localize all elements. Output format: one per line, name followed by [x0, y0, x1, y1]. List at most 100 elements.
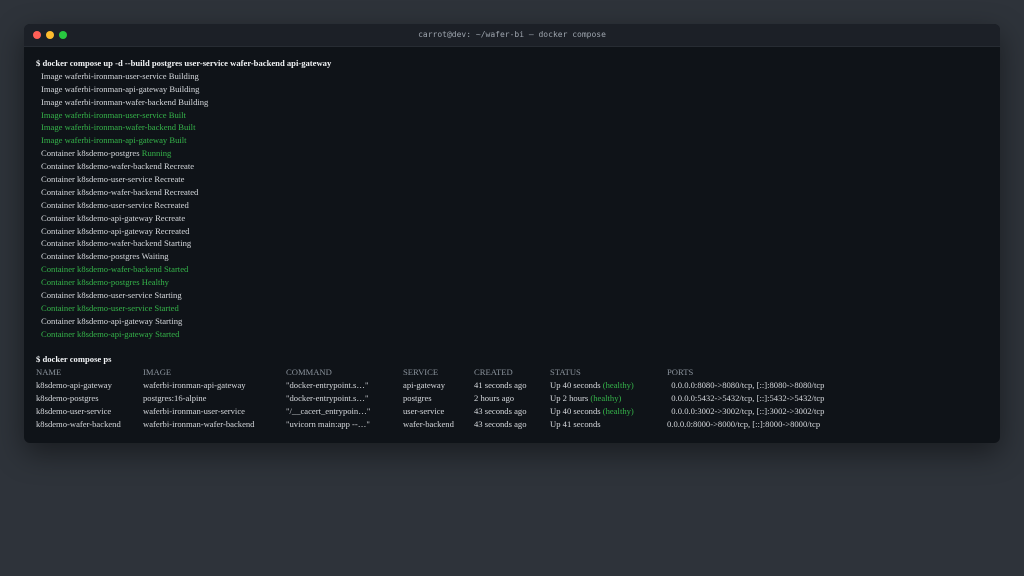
- log-line-status: Running: [141, 148, 172, 159]
- log-line-status: Starting: [154, 290, 182, 301]
- log-line-status: Building: [169, 83, 200, 94]
- cell-command: "/__cacert_entrypoin…": [286, 406, 371, 417]
- cell-created: 41 seconds ago: [474, 380, 527, 391]
- terminal-window[interactable]: carrot@dev: ~/wafer-bi — docker compose …: [24, 24, 1000, 443]
- title-bar[interactable]: carrot@dev: ~/wafer-bi — docker compose: [24, 24, 1000, 47]
- log-line-status: Starting: [163, 238, 192, 249]
- cell-ports: 0.0.0.0:5432->5432/tcp, [::]:5432->5432/…: [667, 393, 825, 404]
- cell-image: waferbi-ironman-api-gateway: [143, 380, 246, 391]
- cell-ports: 0.0.0.0:3002->3002/tcp, [::]:3002->3002/…: [667, 406, 825, 417]
- log-line-status: Waiting: [141, 251, 169, 262]
- log-line: Container k8sdemo-user-service Starting: [36, 289, 988, 302]
- log-line: Image waferbi-ironman-api-gateway Buildi…: [36, 83, 988, 96]
- header-name: NAME: [36, 367, 62, 378]
- log-line-text: Container k8sdemo-api-gateway: [41, 225, 156, 236]
- header-image: IMAGE: [143, 367, 172, 378]
- log-line: Container k8sdemo-api-gateway Recreated: [36, 225, 988, 238]
- log-line: Container k8sdemo-postgres Running: [36, 147, 988, 160]
- cell-service: wafer-backend: [403, 419, 454, 429]
- log-line: Container k8sdemo-wafer-backend Starting: [36, 237, 988, 250]
- log-line: Container k8sdemo-wafer-backend Recreate…: [36, 186, 988, 199]
- build-command: $ docker compose up -d --build postgres …: [36, 58, 332, 68]
- cell-service: api-gateway: [403, 380, 445, 391]
- log-line-status: Recreate: [163, 161, 195, 172]
- log-line: Image waferbi-ironman-api-gateway Built: [36, 134, 988, 147]
- health-badge: (healthy): [602, 380, 634, 391]
- log-line-status: Built: [168, 109, 186, 120]
- cell-command: "docker-entrypoint.s…": [286, 393, 369, 404]
- log-line-status: Recreated: [163, 186, 199, 197]
- log-line: Container k8sdemo-user-service Recreate: [36, 173, 988, 186]
- table-row: k8sdemo-wafer-backend waferbi-ironman-waf…: [36, 418, 824, 431]
- log-line: Image waferbi-ironman-wafer-backend Buil…: [36, 121, 988, 134]
- cell-created: 43 seconds ago: [474, 406, 527, 417]
- ps-rows: k8sdemo-api-gateway waferbi-ironman-api-g…: [36, 379, 824, 431]
- log-line-text: Container k8sdemo-postgres: [41, 251, 142, 262]
- log-line-text: Container k8sdemo-api-gateway: [41, 328, 156, 339]
- cell-image: waferbi-ironman-wafer-backend: [143, 419, 255, 429]
- log-line: Image waferbi-ironman-user-service Built: [36, 109, 988, 122]
- status-text: Up 41 seconds: [550, 419, 601, 429]
- log-line-text: Image waferbi-ironman-wafer-backend: [41, 122, 179, 133]
- log-line-text: Container k8sdemo-wafer-backend: [41, 186, 164, 197]
- log-line: Container k8sdemo-wafer-backend Recreate: [36, 160, 988, 173]
- log-line-text: Image waferbi-ironman-user-service: [41, 109, 169, 120]
- status-text: Up 40 seconds: [550, 380, 603, 391]
- log-line-status: Started: [154, 302, 179, 313]
- log-line-status: Built: [169, 135, 187, 146]
- cell-command: "uvicorn main:app --…": [286, 419, 370, 429]
- cell-name: k8sdemo-api-gateway: [36, 380, 112, 391]
- log-line-text: Container k8sdemo-user-service: [41, 199, 155, 210]
- log-line: Container k8sdemo-user-service Recreated: [36, 199, 988, 212]
- log-line-text: Container k8sdemo-wafer-backend: [41, 264, 164, 275]
- log-line: Container k8sdemo-postgres Healthy: [36, 276, 988, 289]
- log-line-text: Container k8sdemo-wafer-backend: [41, 238, 164, 249]
- log-line: Container k8sdemo-postgres Waiting: [36, 250, 988, 263]
- table-row: k8sdemo-api-gateway waferbi-ironman-api-g…: [36, 379, 824, 392]
- cell-status: Up 41 seconds: [550, 418, 667, 431]
- cell-service: user-service: [403, 406, 445, 417]
- cell-status: Up 40 seconds (healthy): [550, 405, 667, 418]
- log-line-text: Image waferbi-ironman-wafer-backend: [41, 96, 179, 107]
- header-service: SERVICE: [403, 367, 439, 378]
- cell-status: Up 2 hours (healthy): [550, 392, 667, 405]
- terminal-output[interactable]: $ docker compose up -d --build postgres …: [36, 57, 988, 431]
- log-line-text: Image waferbi-ironman-api-gateway: [41, 135, 170, 146]
- log-line-status: Started: [155, 328, 180, 339]
- cell-name: k8sdemo-postgres: [36, 393, 99, 404]
- log-line-text: Image waferbi-ironman-api-gateway: [41, 83, 170, 94]
- log-line-text: Container k8sdemo-wafer-backend: [41, 161, 164, 172]
- log-line-text: Image waferbi-ironman-user-service: [41, 70, 169, 81]
- log-line-status: Recreate: [155, 212, 186, 223]
- log-line-text: Container k8sdemo-postgres: [41, 277, 142, 288]
- cell-image: waferbi-ironman-user-service: [143, 406, 245, 417]
- build-log: Image waferbi-ironman-user-service Build…: [36, 70, 988, 341]
- log-line: Image waferbi-ironman-wafer-backend Buil…: [36, 96, 988, 109]
- header-status: STATUS: [550, 367, 581, 378]
- log-line-status: Building: [168, 70, 199, 81]
- header-ports: PORTS: [667, 367, 694, 378]
- health-badge: (healthy): [590, 393, 622, 404]
- log-line-text: Container k8sdemo-user-service: [41, 302, 155, 313]
- log-line: Container k8sdemo-api-gateway Recreate: [36, 212, 988, 225]
- ps-header-row: NAME IMAGE COMMAND SERVICE CREATED STATU…: [36, 366, 824, 379]
- table-row: k8sdemo-user-service waferbi-ironman-user…: [36, 405, 824, 418]
- health-badge: (healthy): [602, 406, 634, 417]
- log-line-status: Recreated: [154, 199, 189, 210]
- log-line-status: Started: [163, 264, 189, 275]
- cell-service: postgres: [403, 393, 432, 404]
- cell-name: k8sdemo-user-service: [36, 406, 112, 417]
- log-line-text: Container k8sdemo-user-service: [41, 290, 155, 301]
- log-line-status: Recreated: [155, 225, 190, 236]
- ps-table: NAME IMAGE COMMAND SERVICE CREATED STATU…: [36, 366, 824, 431]
- cell-image: postgres:16-alpine: [143, 393, 207, 404]
- log-line-text: Container k8sdemo-api-gateway: [41, 315, 156, 326]
- cell-ports: 0.0.0.0:8080->8080/tcp, [::]:8080->8080/…: [667, 380, 825, 391]
- log-line: Image waferbi-ironman-user-service Build…: [36, 70, 988, 83]
- window-title: carrot@dev: ~/wafer-bi — docker compose: [418, 30, 606, 39]
- log-line-status: Starting: [155, 315, 183, 326]
- status-text: Up 40 seconds: [550, 406, 603, 417]
- cell-status: Up 40 seconds (healthy): [550, 379, 667, 392]
- cell-created: 43 seconds ago: [474, 419, 527, 429]
- log-line-status: Built: [178, 122, 196, 133]
